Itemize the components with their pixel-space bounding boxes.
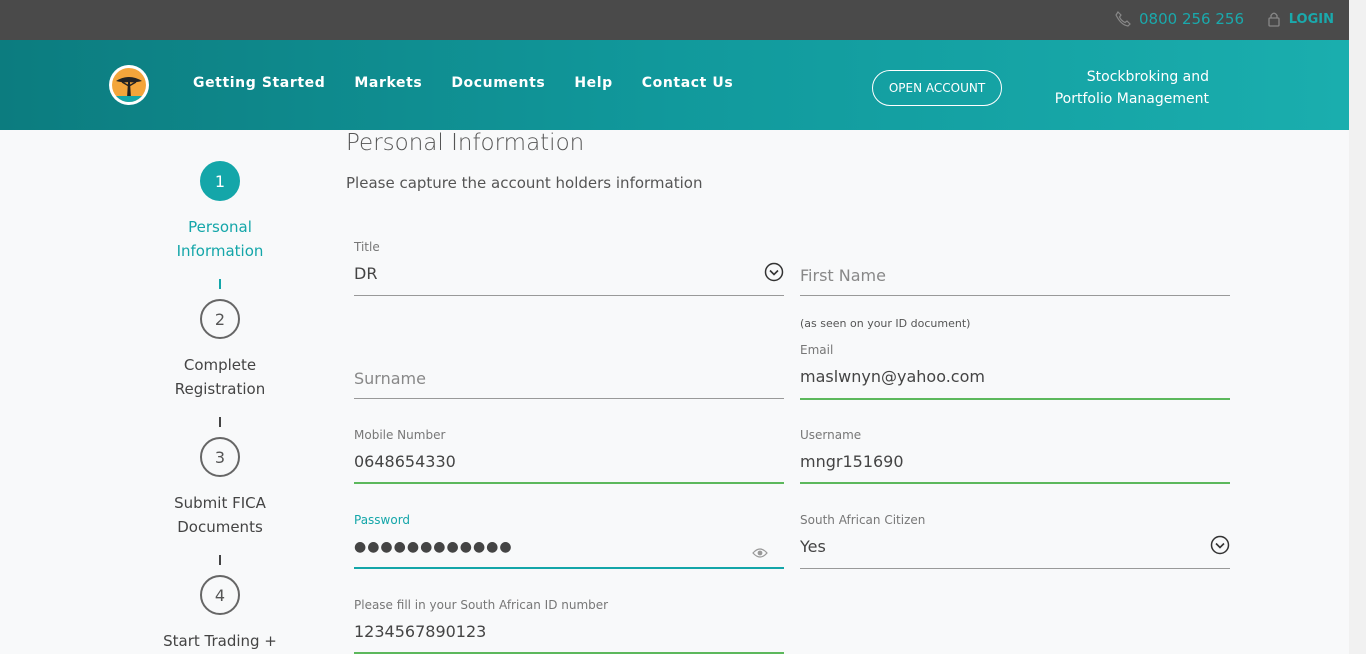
first-name-placeholder: First Name: [800, 266, 886, 285]
step-connector: [219, 417, 221, 427]
brand-tagline: Stockbroking and Portfolio Management: [1055, 66, 1209, 110]
phone-link[interactable]: 0800 256 256: [1115, 10, 1244, 28]
nav-contact-us[interactable]: Contact Us: [642, 75, 734, 91]
nav-help[interactable]: Help: [574, 75, 612, 91]
step-label-line-1: Complete: [183, 356, 257, 374]
step-submit-fica-documents[interactable]: 3 Submit FICA Documents: [140, 437, 300, 539]
step-personal-information[interactable]: 1 Personal Information: [140, 161, 300, 263]
main-content: 1 Personal Information 2 Complete Regist…: [0, 130, 1349, 654]
main-header: Getting Started Markets Documents Help C…: [0, 40, 1349, 130]
step-complete-registration[interactable]: 2 Complete Registration: [140, 299, 300, 401]
step-connector: [219, 279, 221, 289]
mobile-number-field[interactable]: Mobile Number 0648654330: [354, 428, 784, 484]
title-label: Title: [354, 240, 380, 254]
email-field[interactable]: (as seen on your ID document) Email masl…: [800, 317, 1230, 400]
fnb-logo[interactable]: [109, 65, 149, 105]
step-label-line-1: Personal: [188, 218, 252, 236]
login-label: LOGIN: [1288, 11, 1334, 27]
eye-icon[interactable]: [752, 547, 768, 559]
phone-number: 0800 256 256: [1139, 10, 1244, 28]
title-select[interactable]: Title DR: [354, 240, 784, 296]
step-number: 1: [200, 161, 240, 201]
south-african-citizen-select[interactable]: South African Citizen Yes: [800, 513, 1230, 569]
tree-logo-icon: [112, 68, 146, 102]
surname-field[interactable]: Surname: [354, 343, 784, 399]
id-number-label: Please fill in your South African ID num…: [354, 598, 609, 612]
title-value: DR: [354, 264, 378, 283]
top-bar: 0800 256 256 LOGIN: [0, 0, 1349, 40]
page-subtitle: Please capture the account holders infor…: [346, 174, 703, 192]
password-field[interactable]: Password ●●●●●●●●●●●●: [354, 513, 784, 569]
brand-line-1: Stockbroking and: [1086, 69, 1209, 85]
id-number-field[interactable]: Please fill in your South African ID num…: [354, 598, 784, 654]
step-label: Start Trading +: [140, 629, 300, 653]
username-field[interactable]: Username mngr151690: [800, 428, 1230, 484]
step-label-line-2: Information: [176, 242, 264, 260]
step-number: 2: [200, 299, 240, 339]
step-label-line-1: Submit FICA: [174, 494, 266, 512]
step-number: 4: [200, 575, 240, 615]
main-nav: Getting Started Markets Documents Help C…: [193, 75, 733, 91]
mobile-number-value: 0648654330: [354, 452, 456, 471]
open-account-button[interactable]: OPEN ACCOUNT: [872, 70, 1002, 106]
step-label-line-1: Start Trading +: [163, 632, 277, 650]
step-label-line-2: Registration: [174, 380, 266, 398]
citizen-label: South African Citizen: [800, 513, 926, 527]
nav-documents[interactable]: Documents: [451, 75, 545, 91]
id-number-value: 1234567890123: [354, 622, 487, 641]
page-title: Personal Information: [346, 130, 585, 156]
username-label: Username: [800, 428, 862, 442]
login-link[interactable]: LOGIN: [1267, 11, 1334, 27]
step-label-line-2: Documents: [177, 518, 263, 536]
id-document-note: (as seen on your ID document): [800, 317, 971, 330]
step-label: Complete Registration: [140, 353, 300, 401]
mobile-number-label: Mobile Number: [354, 428, 446, 442]
nav-getting-started[interactable]: Getting Started: [193, 75, 325, 91]
step-label: Personal Information: [140, 215, 300, 263]
brand-line-2: Portfolio Management: [1054, 91, 1209, 107]
citizen-value: Yes: [800, 537, 826, 556]
password-label: Password: [354, 513, 411, 527]
username-value: mngr151690: [800, 452, 904, 471]
step-connector: [219, 555, 221, 565]
chevron-down-icon: [1210, 535, 1230, 555]
password-value: ●●●●●●●●●●●●: [354, 539, 513, 555]
scrollbar[interactable]: [1349, 0, 1366, 654]
nav-markets[interactable]: Markets: [354, 75, 422, 91]
chevron-down-icon: [764, 262, 784, 282]
surname-placeholder: Surname: [354, 369, 426, 388]
email-label: Email: [800, 343, 834, 357]
first-name-field[interactable]: First Name: [800, 240, 1230, 296]
step-number: 3: [200, 437, 240, 477]
email-value: maslwnyn@yahoo.com: [800, 367, 985, 386]
lock-icon: [1268, 12, 1280, 27]
step-label: Submit FICA Documents: [140, 491, 300, 539]
step-start-trading[interactable]: 4 Start Trading +: [140, 575, 300, 653]
phone-icon: [1115, 11, 1131, 27]
